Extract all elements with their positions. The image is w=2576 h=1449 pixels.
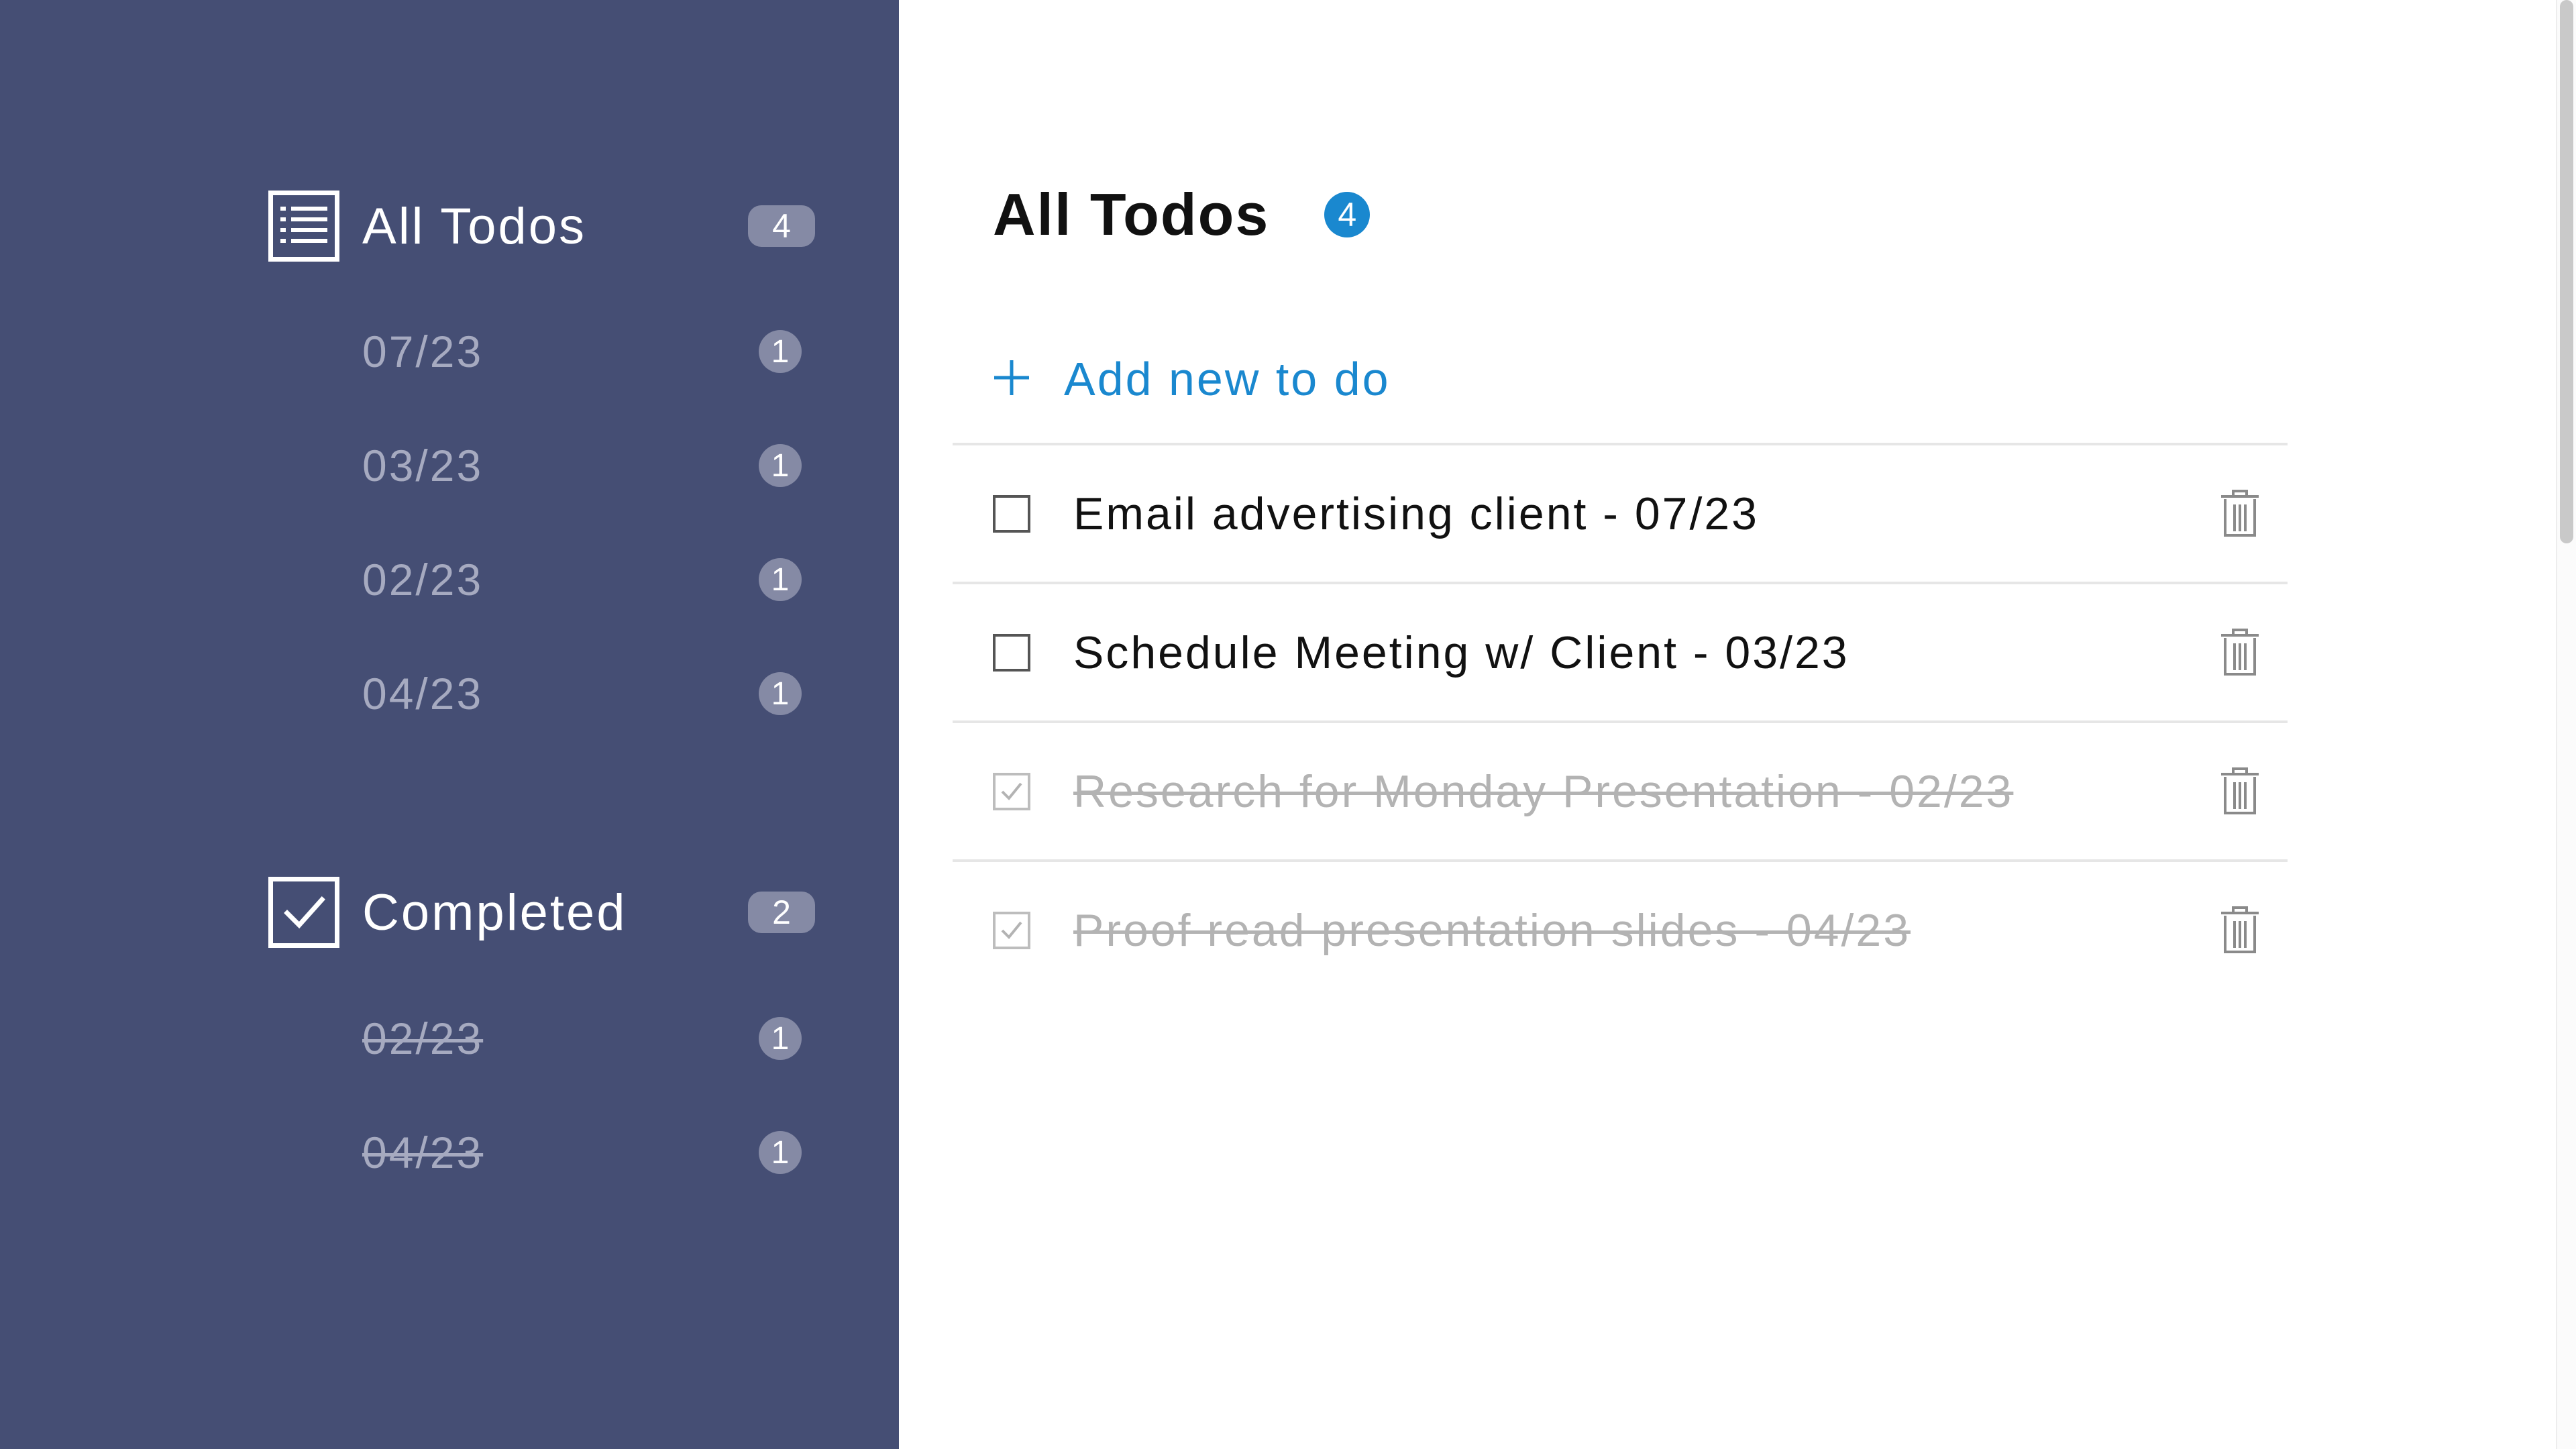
sidebar-item-count: 1: [759, 558, 802, 601]
trash-icon[interactable]: [2216, 904, 2263, 957]
sidebar-completed-item-04-23[interactable]: 04/23 1: [362, 1119, 802, 1186]
sidebar-completed-count: 2: [748, 892, 815, 933]
sidebar-header-completed[interactable]: Completed 2: [268, 875, 815, 949]
trash-icon[interactable]: [2216, 626, 2263, 680]
sidebar-item-label: 04/23: [362, 1128, 484, 1177]
sidebar-item-label: 02/23: [362, 555, 484, 604]
sidebar-item-count: 1: [759, 1131, 802, 1174]
todo-text: Email advertising client - 07/23: [1073, 488, 1760, 539]
todo-checkbox-checked[interactable]: [993, 911, 1030, 949]
sidebar: All Todos 4 07/23 1 03/23 1 02/23 1 04/2…: [0, 0, 899, 1449]
sidebar-header-all-todos[interactable]: All Todos 4: [268, 189, 815, 263]
page-header: All Todos 4: [993, 178, 1371, 252]
todo-text: Schedule Meeting w/ Client - 03/23: [1073, 627, 1849, 678]
sidebar-item-label: 07/23: [362, 327, 484, 376]
list-icon: [268, 191, 339, 262]
todo-item-completed: Proof read presentation slides - 04/23: [953, 859, 2288, 998]
sidebar-item-02-23[interactable]: 02/23 1: [362, 546, 802, 613]
checkbox-checked-icon: [268, 877, 339, 948]
todo-item: Schedule Meeting w/ Client - 03/23: [953, 582, 2288, 720]
sidebar-item-count: 1: [759, 444, 802, 487]
sidebar-item-label: 03/23: [362, 441, 484, 490]
checkmark-icon: [1001, 921, 1022, 939]
todo-item-completed: Research for Monday Presentation - 02/23: [953, 720, 2288, 859]
checkmark-icon: [1001, 782, 1022, 800]
scrollbar-track[interactable]: [2556, 0, 2576, 1449]
todo-app: All Todos 4 07/23 1 03/23 1 02/23 1 04/2…: [0, 0, 2576, 1449]
sidebar-item-03-23[interactable]: 03/23 1: [362, 432, 802, 499]
sidebar-item-label: 04/23: [362, 669, 484, 718]
sidebar-completed-label: Completed: [362, 883, 627, 941]
sidebar-all-todos-label: All Todos: [362, 197, 587, 255]
plus-icon: [993, 359, 1030, 400]
todo-checkbox[interactable]: [993, 494, 1030, 533]
trash-icon[interactable]: [2216, 765, 2263, 818]
sidebar-all-todos-count: 4: [748, 205, 815, 247]
sidebar-item-label: 02/23: [362, 1014, 484, 1063]
add-todo-button[interactable]: Add new to do: [993, 342, 1391, 416]
todo-text: Research for Monday Presentation - 02/23: [1073, 765, 2014, 817]
page-title: All Todos: [993, 181, 1270, 248]
sidebar-item-04-23[interactable]: 04/23 1: [362, 660, 802, 727]
todo-text: Proof read presentation slides - 04/23: [1073, 904, 1911, 956]
sidebar-item-07-23[interactable]: 07/23 1: [362, 318, 802, 385]
trash-icon[interactable]: [2216, 487, 2263, 541]
todo-checkbox-checked[interactable]: [993, 772, 1030, 810]
todo-list: Email advertising client - 07/23 Schedul…: [953, 443, 2288, 998]
sidebar-item-count: 1: [759, 1017, 802, 1060]
sidebar-item-count: 1: [759, 672, 802, 715]
todo-checkbox[interactable]: [993, 633, 1030, 672]
scrollbar-thumb[interactable]: [2560, 0, 2573, 543]
add-todo-label: Add new to do: [1064, 353, 1391, 405]
sidebar-item-count: 1: [759, 330, 802, 373]
todo-item: Email advertising client - 07/23: [953, 443, 2288, 582]
main-panel: All Todos 4 Add new to do Email advertis…: [899, 0, 2576, 1449]
todo-count-badge: 4: [1324, 192, 1371, 237]
sidebar-completed-item-02-23[interactable]: 02/23 1: [362, 1005, 802, 1072]
